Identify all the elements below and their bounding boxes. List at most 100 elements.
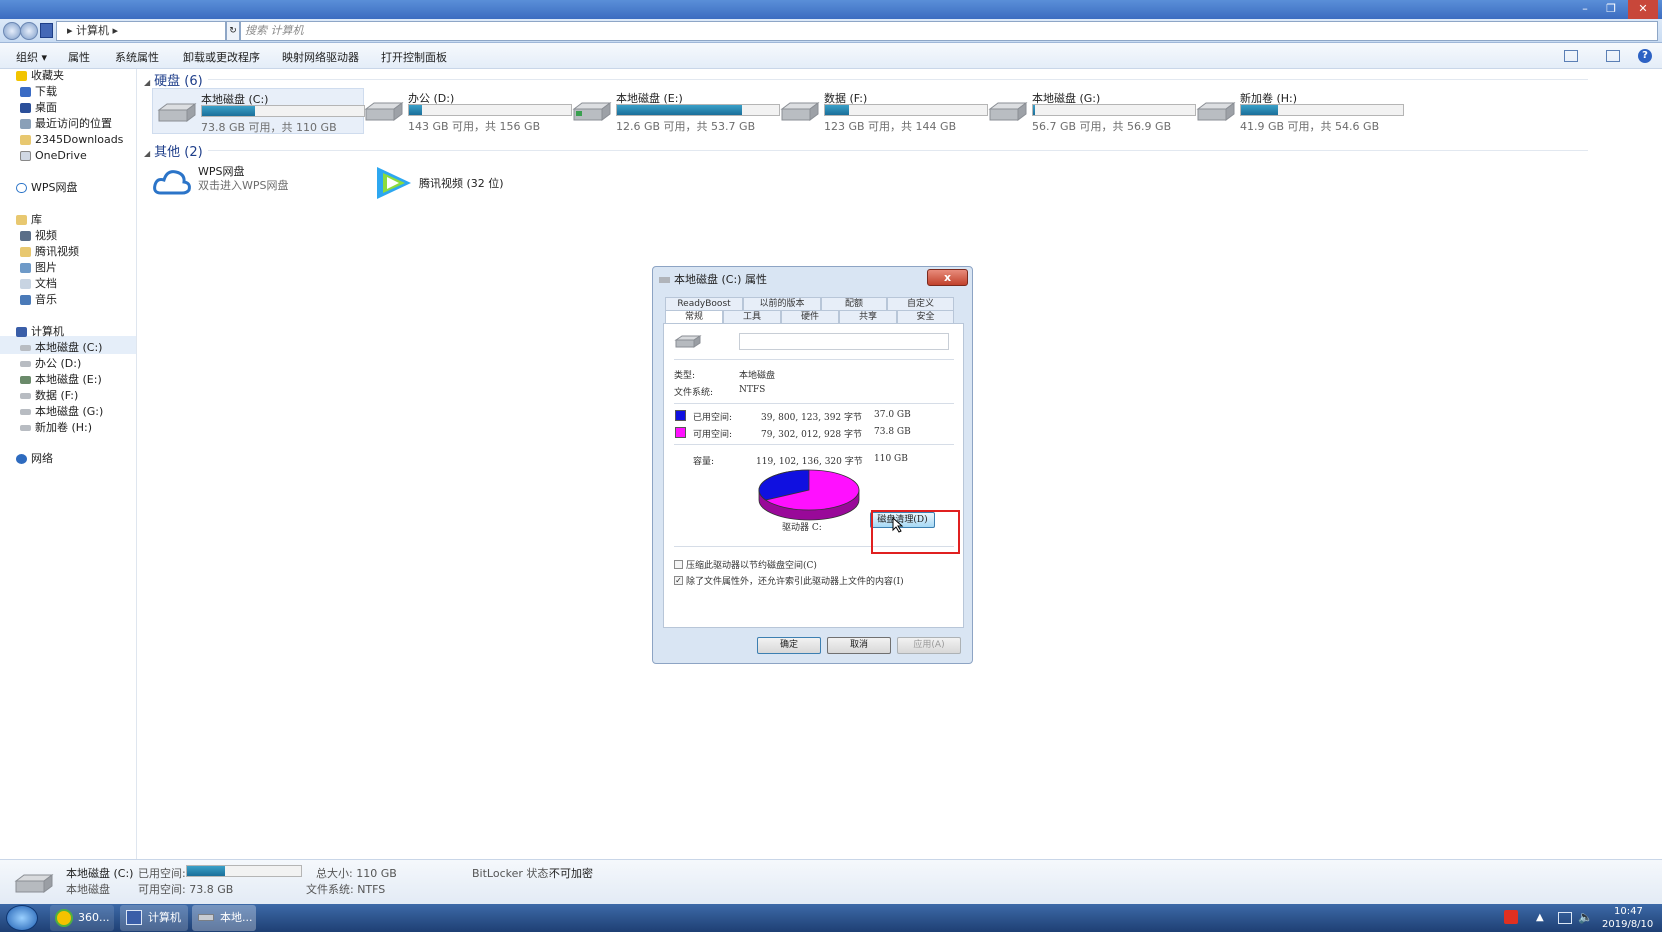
back-button[interactable] xyxy=(3,22,21,40)
taskbar-item-properties[interactable]: 本地... xyxy=(192,905,256,931)
drive-icon xyxy=(572,102,612,121)
system-properties-button[interactable]: 系统属性 xyxy=(115,49,159,65)
dialog-close-button[interactable]: x xyxy=(927,269,968,286)
tencent-video-item[interactable]: 腾讯视频 (32 位) xyxy=(373,161,533,205)
sidebar-item-pictures[interactable]: 图片 xyxy=(20,260,57,276)
used-gb: 37.0 GB xyxy=(874,410,911,420)
start-button[interactable] xyxy=(6,905,38,931)
computer-icon xyxy=(16,327,27,337)
uninstall-program-button[interactable]: 卸载或更改程序 xyxy=(183,49,260,65)
free-color-fill xyxy=(676,428,685,437)
forward-button[interactable] xyxy=(20,22,38,40)
sidebar-item-library[interactable]: 库 xyxy=(16,212,42,228)
show-hidden-icons-button[interactable]: ▲ xyxy=(1536,912,1544,923)
organize-button[interactable]: 组织 ▾ xyxy=(16,49,47,65)
drive-tile[interactable]: 本地磁盘 (G:) 56.7 GB 可用，共 56.9 GB xyxy=(984,88,1196,134)
navigation-pane: 收藏夹 下载 桌面 最近访问的位置 2345Downloads OneDrive… xyxy=(0,69,137,859)
tab-previous-versions[interactable]: 以前的版本 xyxy=(743,297,821,310)
cancel-button[interactable]: 取消 xyxy=(827,637,891,654)
sidebar-item-documents[interactable]: 文档 xyxy=(20,276,57,292)
divider xyxy=(674,359,954,360)
sidebar-item-onedrive[interactable]: OneDrive xyxy=(20,148,87,164)
general-tab-panel: 类型: 本地磁盘 文件系统: NTFS 已用空间: 39, 800, 123, … xyxy=(663,323,964,628)
recent-places-icon xyxy=(20,119,31,129)
clock-time[interactable]: 10:47 xyxy=(1614,906,1643,917)
drive-tile[interactable]: 新加卷 (H:) 41.9 GB 可用，共 54.6 GB xyxy=(1192,88,1404,134)
sidebar-item-drive-c[interactable]: 本地磁盘 (C:) xyxy=(20,340,102,356)
drive-usage-bar xyxy=(408,104,572,116)
desktop-icon xyxy=(20,103,31,113)
sidebar-item-favorites[interactable]: 收藏夹 xyxy=(16,68,64,84)
tab-tools[interactable]: 工具 xyxy=(723,310,781,323)
wps-cloud-item[interactable]: WPS网盘 双击进入WPS网盘 xyxy=(152,161,352,205)
status-total-size: 总大小: 110 GB xyxy=(316,867,397,880)
refresh-button[interactable]: ↻ xyxy=(226,21,240,41)
video-icon xyxy=(20,231,31,241)
tab-quota[interactable]: 配额 xyxy=(821,297,887,310)
apply-button[interactable]: 应用(A) xyxy=(897,637,961,654)
drive-tile[interactable]: 本地磁盘 (E:) 12.6 GB 可用，共 53.7 GB xyxy=(568,88,780,134)
tab-sharing[interactable]: 共享 xyxy=(839,310,897,323)
documents-icon xyxy=(20,279,31,289)
index-checkbox[interactable]: ✓ xyxy=(674,576,683,585)
sidebar-item-drive-e[interactable]: 本地磁盘 (E:) xyxy=(20,372,102,388)
sidebar-item-drive-f[interactable]: 数据 (F:) xyxy=(20,388,78,404)
sidebar-item-music[interactable]: 音乐 xyxy=(20,292,57,308)
compress-checkbox[interactable] xyxy=(674,560,683,569)
library-icon xyxy=(16,215,27,225)
sidebar-item-recent[interactable]: 最近访问的位置 xyxy=(20,116,112,132)
help-icon[interactable]: ? xyxy=(1638,49,1652,63)
drive-tile[interactable]: 本地磁盘 (C:) 73.8 GB 可用，共 110 GB xyxy=(152,88,365,134)
drive-tile[interactable]: 数据 (F:) 123 GB 可用，共 144 GB xyxy=(776,88,988,134)
volume-label-input[interactable] xyxy=(739,333,949,350)
title-bar: – ❐ ✕ xyxy=(0,0,1662,19)
other-header[interactable]: ◢ 其他 (2) xyxy=(144,141,203,160)
search-input[interactable]: 搜索 计算机 xyxy=(240,21,1658,41)
computer-icon xyxy=(40,23,53,38)
sidebar-item-tencent-video[interactable]: 腾讯视频 xyxy=(20,244,79,260)
drive-icon xyxy=(198,914,214,921)
sidebar-item-desktop[interactable]: 桌面 xyxy=(20,100,57,116)
network-tray-icon[interactable] xyxy=(1558,912,1572,924)
drive-usage-bar xyxy=(1240,104,1404,116)
sogou-input-icon[interactable] xyxy=(1504,910,1518,924)
dialog-title: 本地磁盘 (C:) 属性 xyxy=(674,273,767,286)
sidebar-item-drive-d[interactable]: 办公 (D:) xyxy=(20,356,81,372)
tab-customize[interactable]: 自定义 xyxy=(887,297,954,310)
drive-tile[interactable]: 办公 (D:) 143 GB 可用，共 156 GB xyxy=(360,88,572,134)
sidebar-item-drive-g[interactable]: 本地磁盘 (G:) xyxy=(20,404,103,420)
sidebar-item-videos[interactable]: 视频 xyxy=(20,228,57,244)
view-options-icon[interactable] xyxy=(1564,50,1578,62)
taskbar-item-360[interactable]: 360... xyxy=(50,905,114,931)
sidebar-item-computer[interactable]: 计算机 xyxy=(16,324,64,340)
tab-general[interactable]: 常规 xyxy=(665,310,723,324)
tab-security[interactable]: 安全 xyxy=(897,310,954,323)
hard-disks-header[interactable]: ◢ 硬盘 (6) xyxy=(144,70,203,89)
preview-pane-icon[interactable] xyxy=(1606,50,1620,62)
sidebar-item-wps[interactable]: WPS网盘 xyxy=(16,180,78,196)
restore-button[interactable]: ❐ xyxy=(1598,0,1624,19)
onedrive-icon xyxy=(20,151,31,161)
tab-readyboost[interactable]: ReadyBoost xyxy=(665,297,743,310)
drive-icon xyxy=(20,409,31,415)
collapse-triangle-icon: ◢ xyxy=(144,78,151,87)
ok-button[interactable]: 确定 xyxy=(757,637,821,654)
minimize-button[interactable]: – xyxy=(1572,0,1598,19)
drive-usage-fill xyxy=(202,106,256,116)
sidebar-item-network[interactable]: 网络 xyxy=(16,451,53,467)
close-window-button[interactable]: ✕ xyxy=(1628,0,1658,19)
open-control-panel-button[interactable]: 打开控制面板 xyxy=(381,49,447,65)
taskbar-item-computer[interactable]: 计算机 xyxy=(120,905,188,931)
tab-hardware[interactable]: 硬件 xyxy=(781,310,839,323)
drive-letter-label: 驱动器 C: xyxy=(782,523,822,533)
map-network-drive-button[interactable]: 映射网络驱动器 xyxy=(282,49,359,65)
drive-usage-bar xyxy=(824,104,988,116)
sidebar-item-downloads[interactable]: 下载 xyxy=(20,84,57,100)
address-input[interactable]: ▸ 计算机 ▸ xyxy=(56,21,226,41)
status-bitlocker-label: BitLocker 状态: xyxy=(472,867,553,880)
properties-button[interactable]: 属性 xyxy=(68,49,90,65)
clock-date[interactable]: 2019/8/10 xyxy=(1602,919,1653,930)
sidebar-item-drive-h[interactable]: 新加卷 (H:) xyxy=(20,420,92,436)
sidebar-item-2345downloads[interactable]: 2345Downloads xyxy=(20,132,123,148)
volume-icon[interactable]: 🔈 xyxy=(1578,910,1593,924)
